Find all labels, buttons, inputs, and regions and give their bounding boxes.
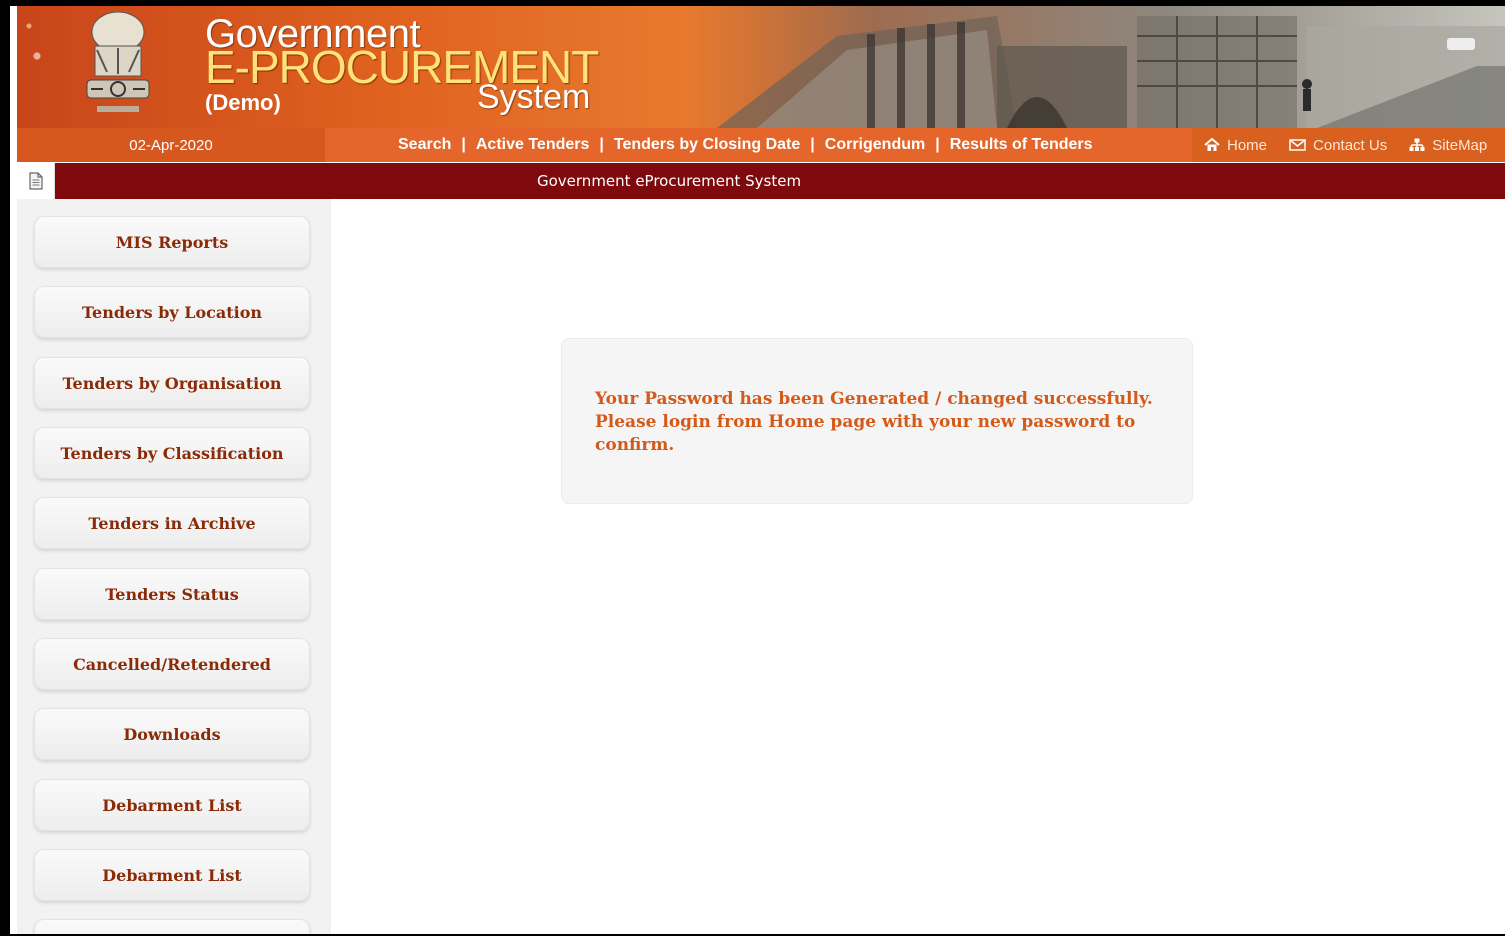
- sidebar-item-tenders-by-classification[interactable]: Tenders by Classification: [34, 427, 310, 479]
- contact-us-link[interactable]: Contact Us: [1289, 137, 1387, 154]
- nav-separator: |: [935, 136, 940, 153]
- contact-us-link-label: Contact Us: [1313, 136, 1388, 154]
- home-icon: [1204, 138, 1220, 151]
- header-banner: Government E-PROCUREMENT System (Demo): [17, 6, 1505, 128]
- sidebar-item-downloads[interactable]: Downloads: [34, 708, 310, 760]
- current-date: 02-Apr-2020: [17, 128, 325, 162]
- document-icon: [28, 172, 43, 190]
- success-message-text: Your Password has been Generated / chang…: [595, 389, 1153, 455]
- sidebar-item-tenders-status[interactable]: Tenders Status: [34, 568, 310, 620]
- sidebar-item-debarment-list[interactable]: Debarment List: [34, 849, 310, 901]
- sidebar-item-cancelled-retendered[interactable]: Cancelled/Retendered: [34, 638, 310, 690]
- sidebar-item-tenders-in-archive[interactable]: Tenders in Archive: [34, 497, 310, 549]
- sidebar-item-mis-reports[interactable]: MIS Reports: [34, 216, 310, 268]
- nav-right-links: Home Contact Us SiteMap: [1192, 128, 1505, 162]
- sitemap-link[interactable]: SiteMap: [1409, 137, 1487, 154]
- page-frame: Government E-PROCUREMENT System (Demo) 0…: [10, 6, 1505, 934]
- top-navbar: 02-Apr-2020 Search | Active Tenders | Te…: [17, 128, 1505, 162]
- sitemap-link-label: SiteMap: [1432, 136, 1488, 154]
- home-link[interactable]: Home: [1204, 137, 1267, 154]
- nav-corrigendum-link[interactable]: Corrigendum: [825, 136, 925, 154]
- sidebar: MIS Reports Tenders by Location Tenders …: [17, 199, 331, 934]
- banner-dam-building-scene: [657, 6, 1505, 128]
- nav-active-tenders-link[interactable]: Active Tenders: [476, 136, 590, 154]
- nav-results-of-tenders-link[interactable]: Results of Tenders: [950, 136, 1093, 154]
- home-link-label: Home: [1227, 136, 1268, 154]
- page-title-strip: Government eProcurement System: [17, 163, 1505, 199]
- success-message-box: Your Password has been Generated / chang…: [561, 338, 1193, 504]
- stars-decoration: [17, 6, 77, 128]
- nav-separator: |: [810, 136, 815, 153]
- brand-demo-label: (Demo): [205, 90, 281, 115]
- strip-icon-cell[interactable]: [17, 163, 55, 199]
- mail-icon: [1289, 139, 1306, 151]
- nav-separator: |: [461, 136, 466, 153]
- nav-links: Search | Active Tenders | Tenders by Clo…: [398, 128, 1093, 162]
- sitemap-icon: [1409, 138, 1425, 151]
- brand-line-system: System: [477, 78, 591, 116]
- sidebar-item-tenders-by-organisation[interactable]: Tenders by Organisation: [34, 357, 310, 409]
- sidebar-item-tenders-by-location[interactable]: Tenders by Location: [34, 286, 310, 338]
- page-title: Government eProcurement System: [537, 172, 802, 190]
- nav-separator: |: [599, 136, 604, 153]
- nav-search-link[interactable]: Search: [398, 136, 451, 154]
- sidebar-item-debarment-list[interactable]: Debarment List: [34, 779, 310, 831]
- nav-tenders-by-closing-date-link[interactable]: Tenders by Closing Date: [614, 136, 800, 154]
- sidebar-item-partial[interactable]: [34, 919, 310, 934]
- national-emblem-logo: [86, 11, 150, 112]
